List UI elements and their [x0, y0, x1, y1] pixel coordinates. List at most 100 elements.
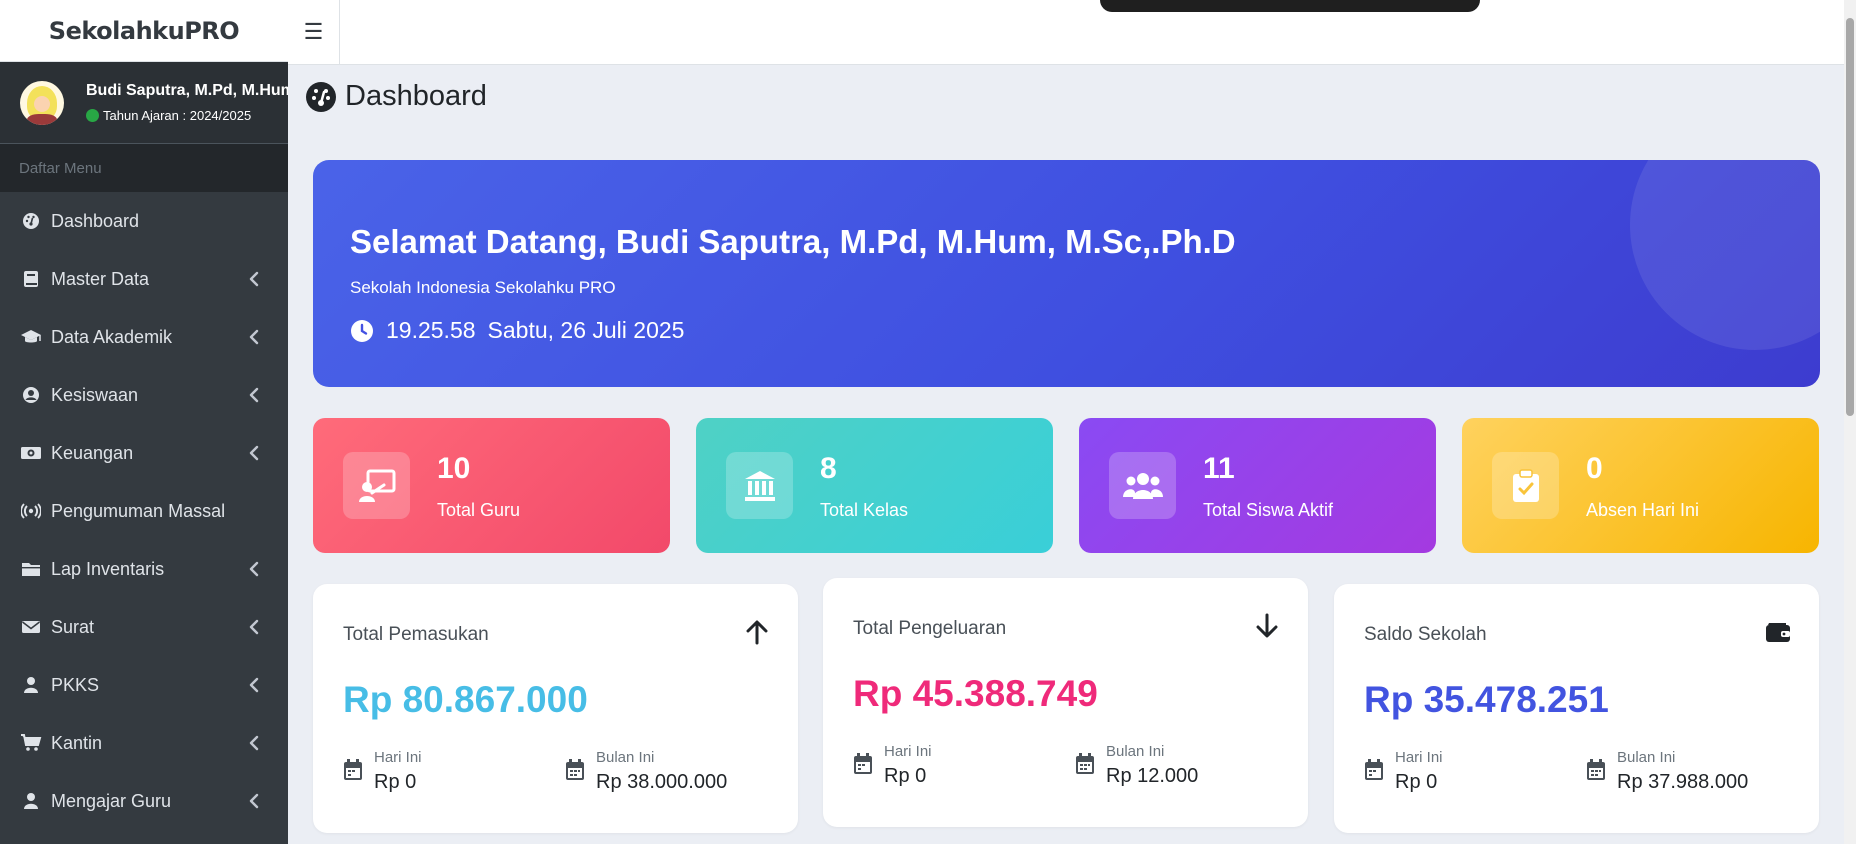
arrow-down-icon — [1256, 613, 1278, 638]
tachometer-icon — [306, 81, 336, 112]
user-icon — [20, 674, 42, 696]
sidebar-item-pengumuman-massal[interactable]: Pengumuman Massal — [0, 482, 288, 540]
online-status-icon — [86, 109, 99, 122]
sidebar-item-label: Kantin — [51, 732, 103, 753]
sidebar-item-pkks[interactable]: PKKS — [0, 656, 288, 714]
sidebar-item-dashboard[interactable]: Dashboard — [0, 192, 288, 250]
chevron-left-icon — [249, 677, 259, 693]
finance-month: Bulan Ini Rp 37.988.000 — [1586, 749, 1748, 794]
scrollbar[interactable] — [1844, 0, 1856, 844]
sidebar-item-label: Data Akademik — [51, 326, 173, 347]
stat-value: 11 — [1203, 452, 1235, 485]
calendar-icon — [1587, 759, 1605, 780]
cart-icon — [20, 732, 42, 754]
welcome-banner: Selamat Datang, Budi Saputra, M.Pd, M.Hu… — [313, 160, 1820, 387]
stat-label: Total Guru — [437, 500, 521, 520]
user-panel[interactable]: Budi Saputra, M.Pd, M.Hum, M.Sc,.Ph.D Ta… — [0, 62, 288, 144]
finance-today: Hari Ini Rp 0 — [1364, 749, 1443, 794]
stat-card-guru[interactable]: 10 Total Guru — [313, 418, 670, 553]
envelope-icon — [20, 616, 42, 638]
finance-value: Rp 35.478.251 — [1364, 679, 1609, 720]
user-icon — [20, 790, 42, 812]
finance-card-pengeluaran: Total Pengeluaran Rp 45.388.749 Hari Ini… — [823, 578, 1308, 827]
sidebar-item-label: Kesiswaan — [51, 384, 139, 405]
sidebar-item-keuangan[interactable]: Keuangan — [0, 424, 288, 482]
sidebar-item-kesiswaan[interactable]: Kesiswaan — [0, 366, 288, 424]
stat-card-kelas[interactable]: 8 Total Kelas — [696, 418, 1053, 553]
calendar-icon — [566, 759, 584, 780]
school-building-icon — [744, 470, 775, 501]
stat-label: Total Siswa Aktif — [1203, 500, 1334, 520]
finance-card-pemasukan: Total Pemasukan Rp 80.867.000 Hari Ini Rp… — [313, 584, 798, 833]
sidebar-item-label: Dashboard — [51, 210, 140, 231]
teacher-icon — [358, 469, 395, 502]
sidebar-item-kantin[interactable]: Kantin — [0, 714, 288, 772]
sidebar-item-label: Master Data — [51, 268, 150, 289]
clock-icon — [351, 319, 373, 342]
finance-title: Total Pengeluaran — [853, 618, 1007, 639]
folder-icon — [20, 558, 42, 580]
finance-month: Bulan Ini Rp 38.000.000 — [565, 749, 727, 794]
calendar-icon — [1365, 759, 1383, 780]
finance-today: Hari Ini Rp 0 — [853, 743, 932, 788]
tachometer-icon — [20, 210, 42, 232]
chevron-left-icon — [249, 619, 259, 635]
sidebar-item-label: Pengumuman Massal — [51, 500, 226, 521]
brand-name: SekolahkuPRO — [48, 16, 240, 45]
finance-value: Rp 80.867.000 — [343, 679, 588, 720]
scrollbar-thumb[interactable] — [1846, 18, 1854, 416]
arrow-up-icon — [746, 620, 768, 645]
sidebar-item-label: Lap Inventaris — [51, 558, 165, 579]
sidebar-item-mengajar-guru[interactable]: Mengajar Guru — [0, 772, 288, 830]
book-icon — [20, 268, 42, 290]
wallet-icon — [1766, 623, 1790, 642]
calendar-icon — [1076, 753, 1094, 774]
school-name: Sekolah Indonesia Sekolahku PRO — [350, 278, 616, 297]
sidebar-menu: Dashboard Master Data Data Akademik Kesiswa… — [0, 192, 288, 830]
stat-value: 10 — [437, 452, 471, 485]
chevron-left-icon — [249, 329, 259, 345]
sidebar-item-label: Mengajar Guru — [51, 790, 172, 811]
sidebar-item-label: Keuangan — [51, 442, 134, 463]
menu-toggle-icon[interactable]: ☰ — [288, 0, 340, 64]
calendar-icon — [854, 753, 872, 774]
finance-title: Saldo Sekolah — [1364, 624, 1487, 645]
sidebar: SekolahkuPRO Budi Saputra, M.Pd, M.Hum, … — [0, 0, 288, 844]
welcome-heading: Selamat Datang, Budi Saputra, M.Pd, M.Hu… — [350, 223, 1236, 260]
stat-card-absen[interactable]: 0 Absen Hari Ini — [1462, 418, 1819, 553]
finance-value: Rp 45.388.749 — [853, 673, 1098, 714]
chevron-left-icon — [249, 735, 259, 751]
academic-year: Tahun Ajaran : 2024/2025 — [86, 108, 288, 123]
chevron-left-icon — [249, 387, 259, 403]
page-title: Dashboard — [305, 80, 487, 113]
chevron-left-icon — [249, 793, 259, 809]
finance-title: Total Pemasukan — [343, 624, 489, 645]
overlay-bar — [1100, 0, 1480, 12]
broadcast-icon — [20, 500, 42, 522]
menu-header: Daftar Menu — [0, 144, 288, 192]
stat-value: 8 — [820, 452, 837, 485]
chevron-left-icon — [249, 271, 259, 287]
brand-logo[interactable]: SekolahkuPRO — [0, 0, 288, 62]
current-time: 19.25.58 — [386, 317, 476, 343]
sidebar-item-master-data[interactable]: Master Data — [0, 250, 288, 308]
finance-month: Bulan Ini Rp 12.000 — [1075, 743, 1198, 788]
current-date: Sabtu, 26 Juli 2025 — [487, 317, 685, 343]
stat-card-siswa[interactable]: 11 Total Siswa Aktif — [1079, 418, 1436, 553]
stat-value: 0 — [1586, 452, 1603, 485]
finance-today: Hari Ini Rp 0 — [343, 749, 422, 794]
graduation-cap-icon — [20, 326, 42, 348]
stat-label: Total Kelas — [820, 500, 909, 520]
sidebar-item-surat[interactable]: Surat — [0, 598, 288, 656]
users-icon — [1122, 472, 1163, 499]
calendar-icon — [344, 759, 362, 780]
chevron-left-icon — [249, 445, 259, 461]
user-circle-icon — [20, 384, 42, 406]
sidebar-item-label: Surat — [51, 616, 95, 637]
sidebar-item-lap-inventaris[interactable]: Lap Inventaris — [0, 540, 288, 598]
sidebar-item-data-akademik[interactable]: Data Akademik — [0, 308, 288, 366]
chevron-left-icon — [249, 561, 259, 577]
topbar: ☰ — [288, 0, 1844, 65]
finance-card-saldo: Saldo Sekolah Rp 35.478.251 Hari Ini Rp 0… — [1334, 584, 1819, 833]
stat-label: Absen Hari Ini — [1586, 500, 1700, 520]
